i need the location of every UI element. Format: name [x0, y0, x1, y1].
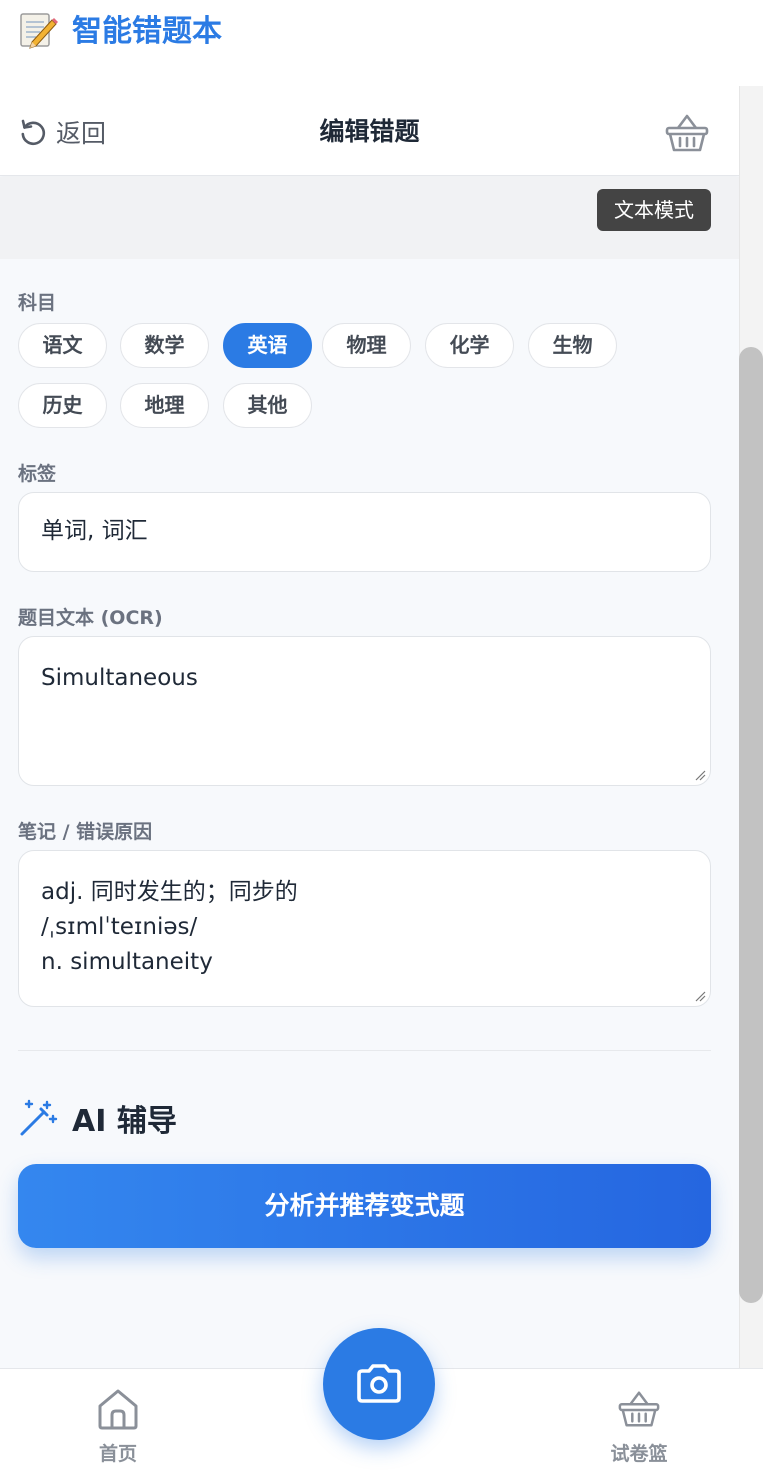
page-title: 编辑错题 — [319, 117, 420, 146]
basket-icon — [665, 114, 709, 152]
subject-label: 科目 — [18, 292, 57, 314]
subject-chip-physics[interactable]: 物理 — [322, 323, 411, 368]
magic-wand-icon — [20, 1099, 58, 1136]
subject-chip-english[interactable]: 英语 — [223, 323, 312, 368]
question-text-label: 题目文本 (OCR) — [18, 607, 163, 629]
tab-basket[interactable]: 试卷篮 — [579, 1369, 699, 1479]
subject-chip-other[interactable]: 其他 — [223, 383, 312, 428]
edit-screen: 返回 编辑错题 文本模式 科目 语文 数学 英语 物理 化学 生物 历史 地理 … — [0, 86, 739, 1368]
basket-button[interactable] — [664, 110, 710, 156]
app-header: 智能错题本 — [0, 0, 763, 86]
tags-label: 标签 — [18, 463, 57, 485]
mode-strip: 文本模式 — [0, 177, 739, 259]
home-icon — [98, 1389, 138, 1430]
section-divider — [18, 1050, 711, 1051]
basket-icon — [618, 1391, 660, 1427]
subject-chip-geography[interactable]: 地理 — [120, 383, 209, 428]
text-mode-button[interactable]: 文本模式 — [597, 189, 711, 231]
notes-line: /ˌsɪmlˈteɪniəs/ — [41, 914, 198, 940]
notes-text-area[interactable]: adj. 同时发生的；同步的 /ˌsɪmlˈteɪniəs/ n. simult… — [18, 850, 711, 1007]
ai-section-heading: AI 辅导 — [18, 1093, 177, 1143]
ai-heading-label: AI 辅导 — [72, 1104, 177, 1139]
resize-grip-icon[interactable] — [694, 990, 706, 1002]
analyze-recommend-button[interactable]: 分析并推荐变式题 — [18, 1164, 711, 1248]
camera-icon — [357, 1364, 401, 1403]
tags-input[interactable]: 单词, 词汇 — [18, 492, 711, 572]
scrollbar-thumb[interactable] — [739, 347, 763, 1303]
camera-button[interactable] — [323, 1328, 435, 1440]
nav-bar: 返回 编辑错题 — [0, 86, 739, 176]
subject-chip-history[interactable]: 历史 — [18, 383, 107, 428]
notes-label: 笔记 / 错误原因 — [18, 821, 153, 843]
subject-chip-biology[interactable]: 生物 — [528, 323, 617, 368]
memo-pencil-icon — [20, 13, 58, 49]
tab-home[interactable]: 首页 — [58, 1369, 178, 1479]
tab-basket-label: 试卷篮 — [610, 1443, 668, 1465]
resize-grip-icon[interactable] — [694, 769, 706, 781]
tab-home-label: 首页 — [98, 1443, 137, 1465]
question-text-area[interactable]: Simultaneous — [18, 636, 711, 786]
notes-line: adj. 同时发生的；同步的 — [41, 879, 298, 905]
app-title: 智能错题本 — [72, 14, 222, 49]
subject-chip-chinese[interactable]: 语文 — [18, 323, 107, 368]
notes-line: n. simultaneity — [41, 949, 213, 975]
question-text-value: Simultaneous — [41, 665, 198, 691]
subject-chip-math[interactable]: 数学 — [120, 323, 209, 368]
subject-chip-chemistry[interactable]: 化学 — [425, 323, 514, 368]
